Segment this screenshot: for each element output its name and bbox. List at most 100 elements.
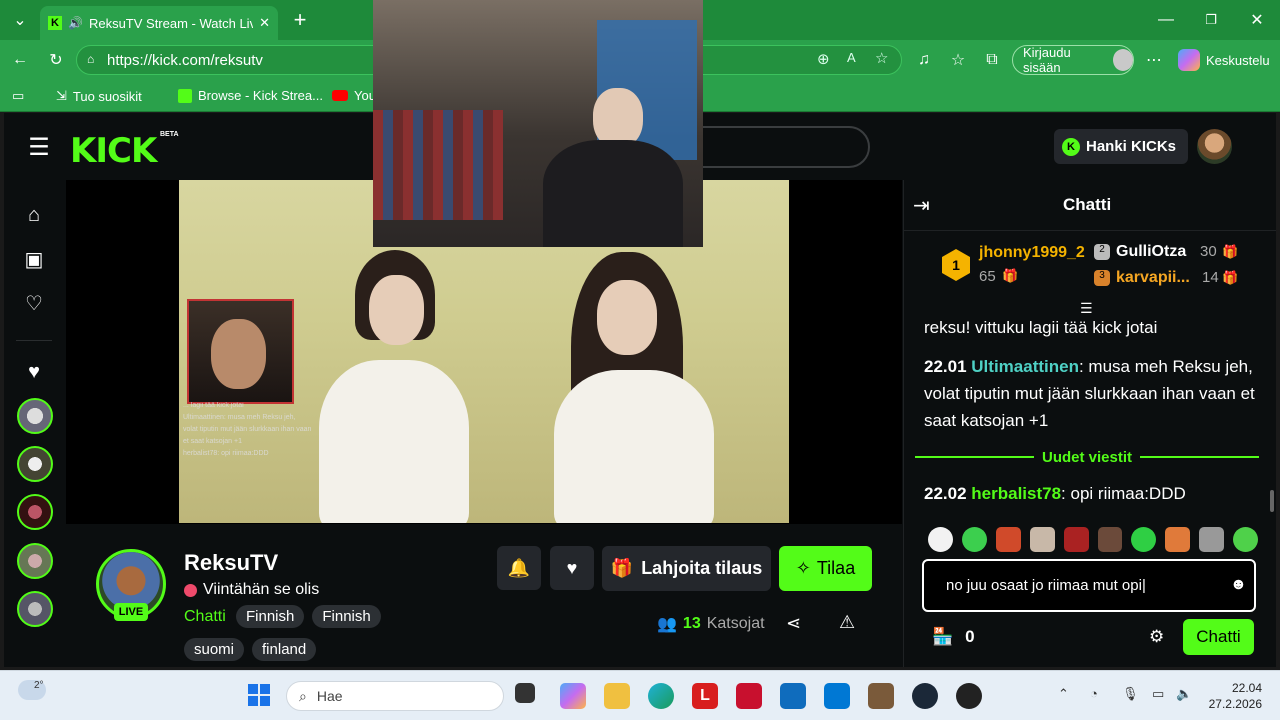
stream-title: Viintähän se olis <box>184 581 319 599</box>
bookmark-kick[interactable]: Browse - Kick Strea... <box>178 88 323 103</box>
microphone-icon[interactable]: 🎙 <box>1122 686 1139 702</box>
beta-label: BETA <box>160 131 179 138</box>
live-dot-icon <box>184 583 197 597</box>
report-warning-icon[interactable]: ⚠ <box>839 612 855 633</box>
url-text: https://kick.com/reksutv <box>107 51 263 69</box>
bookmark-youtube[interactable]: You <box>332 88 376 103</box>
home-icon[interactable]: ⌂ <box>16 197 52 233</box>
emote-duck-icon[interactable] <box>928 527 953 552</box>
new-tab-icon[interactable]: + <box>286 6 314 34</box>
ms-store-icon[interactable] <box>824 683 850 709</box>
chat-settings-gear-icon[interactable]: ⚙ <box>1149 627 1164 647</box>
steam-icon[interactable] <box>912 683 938 709</box>
gifter-name[interactable]: GulliOtza <box>1116 243 1186 261</box>
emote-laugh-icon[interactable] <box>1131 527 1157 552</box>
chat-scrollbar[interactable] <box>1270 490 1274 512</box>
signin-button[interactable]: Kirjaudu sisään <box>1012 45 1134 75</box>
chat-title: Chatti <box>1063 195 1112 214</box>
taskbar-search[interactable]: ⌕ Hae <box>286 681 504 711</box>
display-icon[interactable]: ▭ <box>1152 686 1164 702</box>
favorites-icon[interactable]: ☆ <box>944 46 972 74</box>
speaker-icon[interactable]: 🔊 <box>68 16 83 30</box>
emote-cat-icon[interactable] <box>1029 527 1055 552</box>
start-windows-icon[interactable] <box>248 684 270 706</box>
task-view-icon[interactable] <box>515 683 535 703</box>
sidebar-toggle-icon[interactable]: ▭ <box>12 88 24 104</box>
browser-tab[interactable]: K 🔊 ReksuTV Stream - Watch Live ✕ <box>40 6 278 40</box>
emote-face-icon[interactable] <box>1097 527 1123 552</box>
emote-frog-icon[interactable] <box>1233 527 1259 552</box>
windows-taskbar <box>0 670 1280 720</box>
emote-devil-icon[interactable] <box>1063 527 1089 552</box>
chat-input[interactable]: no juu osaat jo riimaa mut opi | ☻ <box>922 559 1256 612</box>
follow-heart-icon[interactable]: ♥ <box>550 546 594 590</box>
zoom-icon[interactable]: ⊕ <box>817 50 830 68</box>
window-close-icon[interactable]: ✕ <box>1243 6 1271 34</box>
outlook-icon[interactable] <box>780 683 806 709</box>
performance-icon[interactable]: ♫ <box>910 46 938 74</box>
hamburger-menu-icon[interactable]: ☰ <box>21 129 57 165</box>
subscribe-button[interactable]: ✧ Tilaa <box>779 546 872 591</box>
back-arrow-icon[interactable]: ← <box>6 46 34 74</box>
stream-chat-overlay: ... lagii tää kick jotai Ultimaattinen: … <box>183 400 343 480</box>
app-thumbnail-icon[interactable] <box>868 683 894 709</box>
edge-browser-icon[interactable] <box>648 683 674 709</box>
channel-points[interactable]: 🏪 0 <box>932 627 975 647</box>
minimize-icon[interactable]: — <box>1152 6 1180 34</box>
collapse-chat-icon[interactable]: ⇥ <box>913 193 930 218</box>
get-kicks-button[interactable]: K Hanki KICKs <box>1054 129 1188 164</box>
tag-finnish[interactable]: Finnish <box>312 605 381 628</box>
clock[interactable]: 22.04 27.2.2026 <box>1206 680 1262 712</box>
more-menu-icon[interactable]: ⋯ <box>1140 46 1168 74</box>
category-link[interactable]: Chatti <box>184 608 226 626</box>
tag-finnish[interactable]: Finnish <box>236 605 305 628</box>
gifter-name[interactable]: jhonny1999_2 <box>979 244 1085 262</box>
tab-actions-chevron-icon[interactable]: ⌄ <box>6 6 34 34</box>
tag-suomi[interactable]: suomi <box>184 638 245 661</box>
site-info-icon[interactable]: ⌂ <box>87 52 94 66</box>
notification-bell-icon[interactable]: 🔔 <box>497 546 541 590</box>
copilot-button[interactable]: Keskustelu <box>1178 45 1278 75</box>
refresh-icon[interactable]: ↻ <box>42 46 70 74</box>
tag-finland[interactable]: finland <box>252 638 317 661</box>
new-messages-divider[interactable]: Uudet viestit <box>915 447 1260 467</box>
followed-channel-avatar[interactable] <box>17 543 53 579</box>
collections-icon[interactable]: ⧉ <box>978 46 1006 74</box>
obs-icon[interactable] <box>956 683 982 709</box>
user-avatar[interactable] <box>1197 129 1232 164</box>
emote-angry-face-icon[interactable] <box>995 527 1021 552</box>
gifter-name[interactable]: karvapii... <box>1116 269 1190 287</box>
stream-title-text: Viintähän se olis <box>203 581 320 598</box>
viewers-number: 13 <box>682 615 701 632</box>
points-count: 0 <box>965 627 975 646</box>
volume-icon[interactable]: 🔈 <box>1176 686 1192 702</box>
following-heart-icon[interactable]: ♡ <box>16 285 52 321</box>
chat-send-button[interactable]: Chatti <box>1183 619 1254 655</box>
copilot-app-icon[interactable] <box>560 683 586 709</box>
l-app-icon[interactable]: L <box>692 683 718 709</box>
share-icon[interactable]: ⋖ <box>786 613 801 634</box>
tab-close-icon[interactable]: ✕ <box>259 15 270 31</box>
favorite-star-icon[interactable]: ☆ <box>875 49 888 67</box>
file-explorer-icon[interactable] <box>604 683 630 709</box>
followed-channel-avatar[interactable] <box>17 398 53 434</box>
emote-green-face-icon[interactable] <box>961 527 987 552</box>
browse-icon[interactable]: ▣ <box>16 241 52 277</box>
network-icon[interactable]: ◔ <box>1090 686 1098 701</box>
mcafee-icon[interactable] <box>736 683 762 709</box>
bookmark-import[interactable]: ⇲ Tuo suosikit <box>56 88 142 104</box>
emote-animal-icon[interactable] <box>1199 527 1225 552</box>
followed-channel-avatar[interactable] <box>17 494 53 530</box>
read-aloud-icon[interactable]: A <box>847 50 856 65</box>
message-username[interactable]: Ultimaattinen <box>971 357 1079 376</box>
streamer-name[interactable]: ReksuTV <box>184 550 278 576</box>
tray-chevron-icon[interactable]: ⌃ <box>1058 686 1069 702</box>
kick-logo[interactable]: KICK <box>70 131 157 171</box>
restore-icon[interactable]: ❐ <box>1197 6 1225 34</box>
followed-channel-avatar[interactable] <box>17 591 53 627</box>
gift-subscription-button[interactable]: 🎁 Lahjoita tilaus <box>602 546 771 591</box>
emote-mustache-icon[interactable] <box>1165 527 1191 552</box>
message-username[interactable]: herbalist78 <box>971 484 1061 503</box>
emoji-picker-icon[interactable]: ☻ <box>1230 576 1247 594</box>
followed-channel-avatar[interactable] <box>17 446 53 482</box>
